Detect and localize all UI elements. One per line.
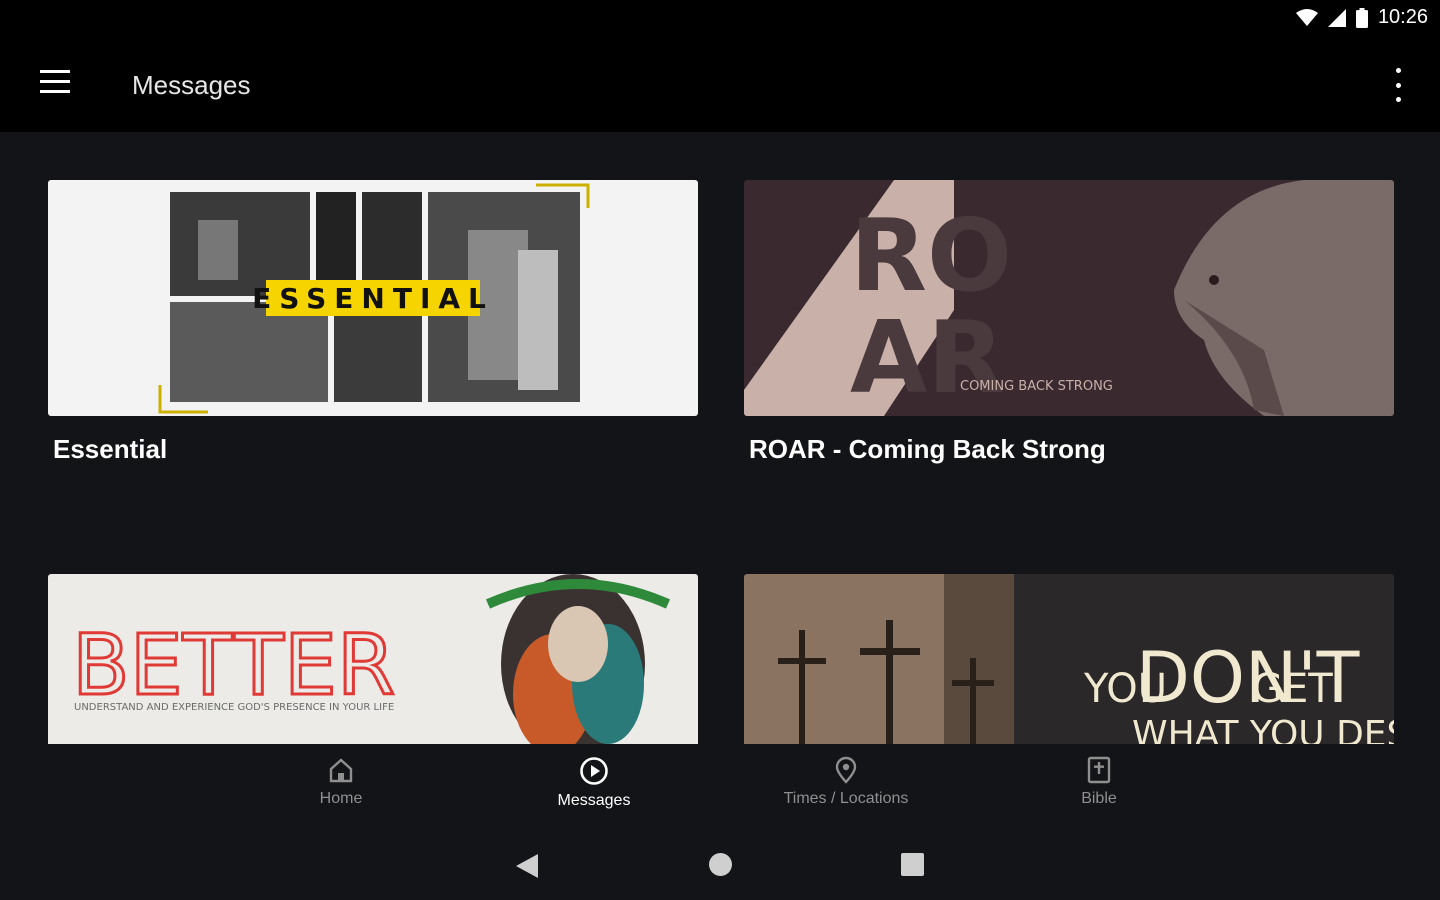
roar-art-ro: RO	[850, 197, 1012, 314]
status-bar: 10:26	[0, 0, 1440, 40]
nav-times-locations[interactable]: Times / Locations	[736, 756, 956, 808]
app-bar: Messages	[0, 40, 1440, 132]
series-title: Essential	[53, 434, 168, 464]
location-pin-icon	[835, 756, 857, 784]
status-icons: 10:26	[1295, 6, 1428, 29]
message-series-grid: ESSENTIAL Essential RO AR COMING BACK ST…	[0, 132, 1440, 744]
nav-label: Bible	[1081, 790, 1117, 807]
play-circle-icon	[580, 757, 608, 785]
series-card-you-dont-get[interactable]: YOU DON'T GET WHAT YOU DESERVE	[744, 574, 1394, 744]
series-artwork: RO AR COMING BACK STRONG	[744, 180, 1394, 416]
status-time: 10:26	[1377, 6, 1428, 28]
series-artwork: YOU DON'T GET WHAT YOU DESERVE	[744, 574, 1394, 744]
nav-bible[interactable]: Bible	[989, 756, 1209, 808]
roar-art-sub: COMING BACK STRONG	[960, 379, 1113, 394]
system-navigation-bar	[0, 834, 1440, 900]
page-title: Messages	[132, 70, 251, 100]
recent-apps-icon[interactable]	[901, 853, 924, 876]
nav-messages[interactable]: Messages	[484, 756, 704, 810]
art-get: GET	[1252, 666, 1333, 712]
wifi-icon	[1295, 8, 1318, 26]
nav-label: Home	[319, 790, 363, 807]
better-art-sub: UNDERSTAND AND EXPERIENCE GOD'S PRESENCE…	[74, 702, 394, 713]
home-circle-icon[interactable]	[709, 853, 732, 876]
series-artwork: BETTER UNDERSTAND AND EXPERIENCE GOD'S P…	[48, 574, 698, 744]
hamburger-menu-icon[interactable]	[36, 70, 72, 100]
nav-label: Messages	[557, 792, 631, 809]
essential-art-text: ESSENTIAL	[252, 282, 494, 315]
nav-home[interactable]: Home	[231, 756, 451, 808]
bottom-navigation: Home Messages Times / Locations Bible	[0, 744, 1440, 834]
series-card-better[interactable]: BETTER UNDERSTAND AND EXPERIENCE GOD'S P…	[48, 574, 698, 744]
art-sub: WHAT YOU DESERVE	[1132, 714, 1394, 744]
battery-icon	[1355, 7, 1368, 28]
series-card-essential[interactable]: ESSENTIAL Essential	[48, 180, 698, 465]
series-title: ROAR - Coming Back Strong	[749, 434, 1106, 464]
more-options-icon[interactable]	[1386, 68, 1410, 102]
back-icon[interactable]	[516, 854, 538, 878]
better-art-text: BETTER	[72, 616, 395, 714]
bible-icon	[1087, 756, 1111, 784]
series-card-roar[interactable]: RO AR COMING BACK STRONG ROAR - Coming B…	[744, 180, 1394, 465]
roar-art-ar: AR	[850, 299, 1004, 416]
signal-icon	[1327, 8, 1346, 27]
home-icon	[329, 758, 353, 783]
series-artwork: ESSENTIAL	[48, 180, 698, 416]
nav-label: Times / Locations	[783, 790, 909, 807]
